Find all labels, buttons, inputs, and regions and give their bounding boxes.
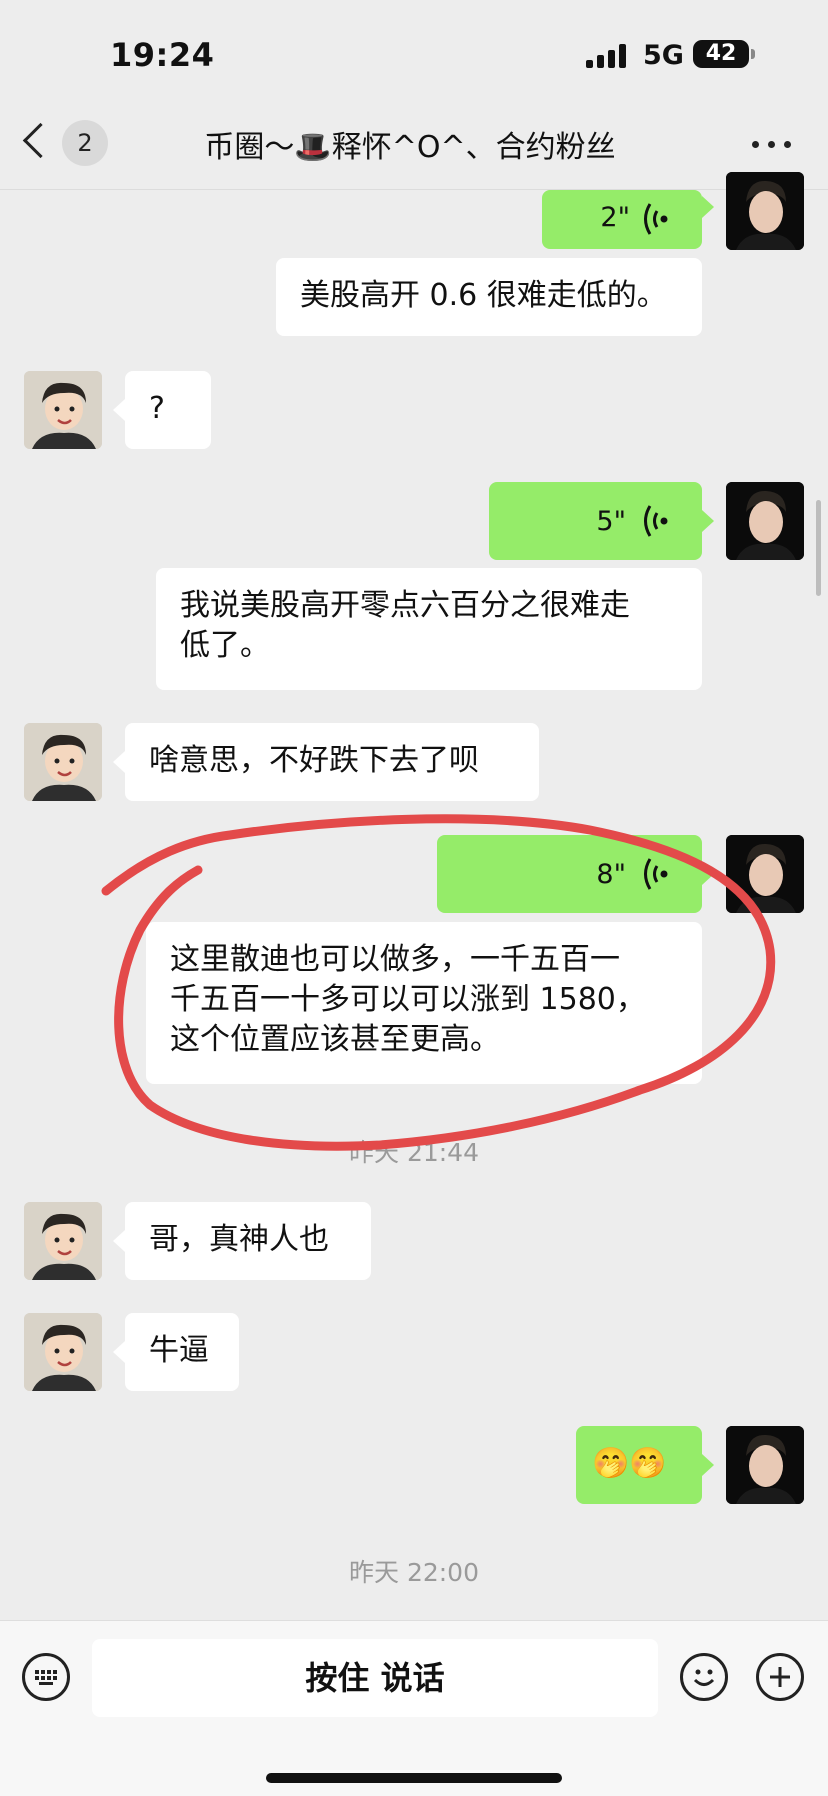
unread-count-badge[interactable]: 2 (62, 120, 108, 166)
message-bubble[interactable]: ? (125, 371, 211, 449)
message-bubble[interactable]: 牛逼 (125, 1313, 239, 1391)
chat-title: 币圈～🎩释怀^O^、合约粉丝 (204, 130, 616, 165)
voice-message[interactable]: 5" (489, 482, 702, 560)
message-text: 牛逼 (149, 1333, 209, 1368)
bubble-tail (113, 1230, 125, 1252)
timestamp: 昨天 22:00 (349, 1558, 479, 1587)
hold-to-talk-button[interactable]: 按住 说话 (92, 1639, 658, 1717)
peer-avatar[interactable] (24, 1202, 102, 1280)
bubble-tail (113, 399, 125, 421)
back-icon[interactable] (22, 122, 59, 159)
message-text: ? (149, 391, 165, 426)
emoji-text: 🤭🤭 (592, 1446, 667, 1481)
my-avatar[interactable] (726, 482, 804, 560)
peer-avatar[interactable] (24, 723, 102, 801)
network-type: 5G (643, 40, 684, 71)
battery-tip (751, 49, 755, 59)
red-circle-annotation (101, 814, 776, 1151)
message-line: 低了。 (180, 628, 270, 663)
voice-wave-icon (644, 203, 668, 235)
voice-message[interactable]: 2" (542, 190, 702, 249)
message-text: 哥，真神人也 (149, 1222, 329, 1257)
keyboard-icon[interactable] (22, 1653, 70, 1701)
input-bar: 按住 说话 (0, 1620, 828, 1796)
my-avatar[interactable] (726, 1426, 804, 1504)
peer-avatar[interactable] (24, 371, 102, 449)
battery-icon: 42 (693, 40, 749, 68)
message-bubble[interactable]: 🤭🤭 (576, 1426, 702, 1504)
message-bubble[interactable]: 哥，真神人也 (125, 1202, 371, 1280)
bubble-tail (702, 1454, 714, 1476)
message-text: 美股高开 0.6 很难走低的。 (300, 278, 667, 313)
plus-icon[interactable] (756, 1653, 804, 1701)
message-bubble[interactable]: 我说美股高开零点六百分之很难走 低了。 (156, 568, 702, 690)
peer-avatar[interactable] (24, 1313, 102, 1391)
message-bubble[interactable]: 啥意思，不好跌下去了呗 (125, 723, 539, 801)
bubble-tail (113, 1341, 125, 1363)
my-avatar[interactable] (726, 172, 804, 250)
scroll-indicator[interactable] (816, 500, 821, 596)
voice-wave-icon (644, 505, 668, 537)
emoji-icon[interactable] (680, 1653, 728, 1701)
more-icon[interactable] (752, 141, 792, 149)
signal-icon (586, 44, 630, 68)
voice-duration: 5" (596, 506, 626, 537)
message-text: 啥意思，不好跌下去了呗 (149, 743, 479, 778)
message-line: 我说美股高开零点六百分之很难走 (180, 588, 630, 623)
voice-duration: 2" (600, 202, 630, 233)
bubble-tail (702, 196, 714, 218)
message-bubble[interactable]: 美股高开 0.6 很难走低的。 (276, 258, 702, 336)
chat-header: 2 币圈～🎩释怀^O^、合约粉丝 (0, 96, 828, 190)
status-time: 19:24 (110, 36, 215, 74)
home-indicator (266, 1773, 562, 1783)
bubble-tail (702, 510, 714, 532)
bubble-tail (113, 751, 125, 773)
